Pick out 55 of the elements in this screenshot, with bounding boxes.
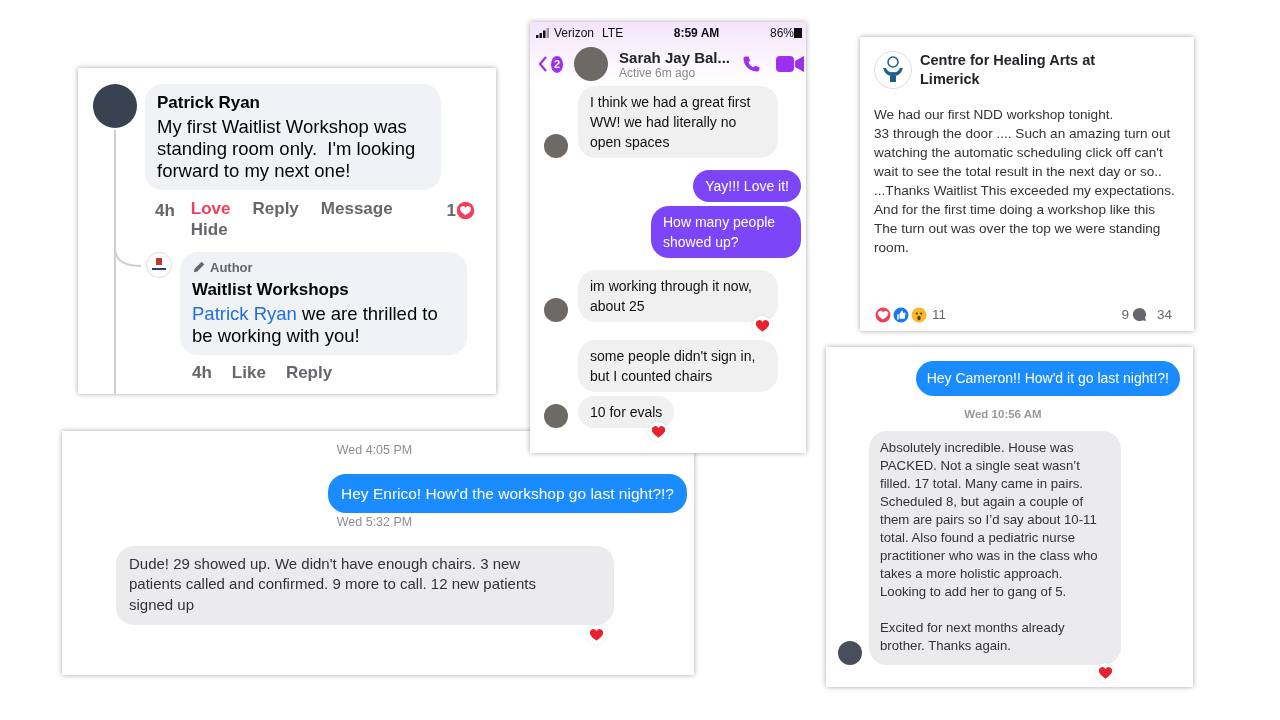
message-bubble: im working through it now, about 25 [578,270,778,322]
comment-action-link[interactable]: Reply [285,359,333,385]
reply-text: Patrick Ryan we are thrilled to be working with you! [192,302,439,347]
avatar [574,47,609,81]
timestamp: Wed 4:05 PM [335,442,414,459]
author-name: Waitlist Workshops [192,279,350,301]
comment-action-link[interactable]: Love [190,197,231,219]
like-reaction-icon [892,305,910,324]
comment-action-link[interactable]: Like [231,359,266,385]
timestamp: 4h [192,361,212,384]
video-camera-icon[interactable] [776,55,806,73]
status-time: 8:59 AM [673,25,720,42]
message-bubble: How many people showed up? [651,206,801,258]
share-count: 34 [1156,305,1172,324]
carrier-name: Verizon [554,25,595,42]
timestamp: 4h [155,199,175,222]
timestamp: Wed 10:56 AM [963,407,1043,422]
message-bubble: Yay!!! Love it! [693,170,801,202]
heart-reaction-icon [456,200,475,220]
presence-status: Active 6m ago [619,65,697,80]
message-bubble: Absolutely incredible. House was PACKED. Not a single seat wasn’t filled. 17 total. Many came in pairs. Scheduled 8, but again a couple of them are pairs so I’d say about 10-11 total. Also found a pediatric nurse practitioner who was in the class who takes a more holistic approach. Looking to add her to gang of 5. Excited for next months already brother. Thanks again. [869,431,1121,666]
timestamp: Wed 5:32 PM [335,514,414,531]
hands-logo-icon [874,51,912,89]
message-bubble: Hey Cameron!! How'd it go last night!?! [915,361,1180,396]
message-bubble: 10 for evals [578,396,675,428]
message-bubble: some people didn't sign in, but I counted chairs [578,340,778,392]
pencil-icon [192,260,206,275]
post-text: We had our first NDD workshop tonight. 33 through the door .... Such an amazing turn out watching the automatic scheduling click off can't wait to see the total result in the next day or so.. ...Thanks Waitlist This exceeded my expectations. And for the first time doing a workshop like this The turn out was over the top we were standing room. [874,106,1176,257]
author-name: Patrick Ryan [157,92,261,114]
reaction-count: 1 [446,199,456,222]
battery-percent: 86% [769,25,794,42]
network-type: LTE [602,25,624,42]
mention-link[interactable]: Patrick Ryan [192,302,297,324]
avatar [93,84,137,128]
reaction-count: 11 [932,305,946,324]
signal-icon [536,28,550,38]
message-bubble: Dude! 29 showed up. We didn't have enough chairs. 3 new patients called and confirmed. 9 more to call. 12 new patients signed up [116,545,614,626]
comment-action-link[interactable]: Reply [252,197,299,219]
comment-bubble-icon [1131,307,1147,323]
message-bubble: I think we had a great first WW! we had literally no open spaces [578,86,778,158]
logo-icon [146,251,172,278]
comment-text: My first Waitlist Workshop was standing room only. I'm looking forward to my next one! [157,115,417,182]
surprised-face-icon [910,305,928,324]
comment-action-link[interactable]: Hide [190,218,228,240]
comment-count: 9 [1121,305,1129,324]
back-chevron-icon[interactable] [538,55,548,73]
unread-count-badge: 2 [551,55,564,73]
battery-icon [794,28,802,38]
contact-name: Sarah Jay Bal... [619,48,730,66]
author-label: Author [210,258,253,277]
comment-action-link[interactable]: Message [320,197,393,219]
message-bubble: Hey Enrico! How'd the workshop go last night?!? [328,473,687,513]
page-name: Centre for Healing Arts at Limerick [920,51,1097,89]
love-reaction-icon [874,305,892,324]
phone-icon[interactable] [741,54,761,74]
